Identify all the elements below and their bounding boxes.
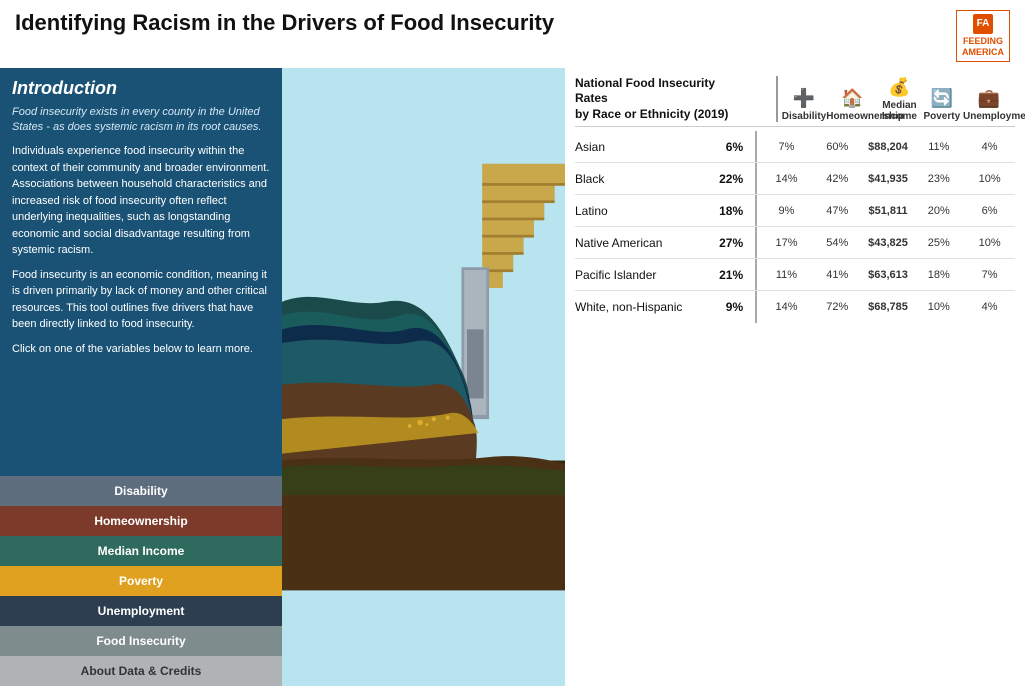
homeownership-icon: 🏠 bbox=[826, 88, 878, 109]
table-title: National Food Insecurity Ratesby Race or… bbox=[575, 76, 740, 123]
nav-btn-poverty[interactable]: Poverty bbox=[0, 566, 282, 596]
intro-paragraph2: Food insecurity is an economic condition… bbox=[12, 267, 270, 333]
col-header-disability: ➕ Disability bbox=[782, 88, 826, 122]
rate-cell: 18% bbox=[712, 204, 751, 218]
homeownership-cell: 60% bbox=[812, 141, 863, 153]
homeownership-cell: 72% bbox=[812, 301, 863, 313]
poverty-cell: 18% bbox=[913, 269, 964, 281]
intro-box: Introduction Food insecurity exists in e… bbox=[0, 68, 282, 476]
body-layout: Introduction Food insecurity exists in e… bbox=[0, 68, 1025, 686]
table-row: Native American 27% 17% 54% $43,825 25% … bbox=[575, 227, 1015, 259]
race-cell: Native American bbox=[575, 236, 712, 250]
unemployment-cell: 10% bbox=[964, 237, 1015, 249]
nav-btn-homeownership[interactable]: Homeownership bbox=[0, 506, 282, 536]
nav-buttons: Disability Homeownership Median Income P… bbox=[0, 476, 282, 686]
row-divider bbox=[755, 291, 757, 323]
table-row: White, non-Hispanic 9% 14% 72% $68,785 1… bbox=[575, 291, 1015, 323]
main-container: Identifying Racism in the Drivers of Foo… bbox=[0, 0, 1025, 689]
page-title: Identifying Racism in the Drivers of Foo… bbox=[15, 10, 554, 36]
col-header-median-income: 💰 Median Income bbox=[878, 77, 920, 122]
unemployment-cell: 7% bbox=[964, 269, 1015, 281]
disability-cell: 11% bbox=[761, 269, 812, 281]
disability-cell: 17% bbox=[761, 237, 812, 249]
center-illustration bbox=[282, 68, 565, 686]
nav-btn-median-income[interactable]: Median Income bbox=[0, 536, 282, 566]
disability-icon: ➕ bbox=[782, 88, 826, 109]
logo-line2: AMERICA bbox=[962, 47, 1004, 58]
table-header-row: National Food Insecurity Ratesby Race or… bbox=[575, 76, 1015, 128]
rate-cell: 27% bbox=[712, 236, 751, 250]
row-divider bbox=[755, 163, 757, 194]
disability-cell: 9% bbox=[761, 205, 812, 217]
poverty-cell: 11% bbox=[913, 141, 964, 153]
nav-btn-food-insecurity[interactable]: Food Insecurity bbox=[0, 626, 282, 656]
race-cell: Latino bbox=[575, 204, 712, 218]
intro-subtitle: Food insecurity exists in every county i… bbox=[12, 105, 270, 136]
median-income-cell: $68,785 bbox=[863, 301, 914, 313]
row-divider bbox=[755, 195, 757, 226]
logo-line1: FEEDING bbox=[962, 36, 1004, 47]
median-income-icon: 💰 bbox=[878, 77, 920, 98]
median-income-cell: $41,935 bbox=[863, 173, 914, 185]
median-income-cell: $88,204 bbox=[863, 141, 914, 153]
homeownership-cell: 47% bbox=[812, 205, 863, 217]
row-divider bbox=[755, 259, 757, 290]
feeding-america-logo: FA FEEDING AMERICA bbox=[956, 10, 1010, 62]
unemployment-cell: 6% bbox=[964, 205, 1015, 217]
disability-cell: 14% bbox=[761, 301, 812, 313]
unemployment-cell: 4% bbox=[964, 141, 1015, 153]
race-cell: White, non-Hispanic bbox=[575, 300, 712, 314]
race-cell: Asian bbox=[575, 140, 712, 154]
unemployment-cell: 10% bbox=[964, 173, 1015, 185]
disability-cell: 7% bbox=[761, 141, 812, 153]
col-header-poverty: 🔄 Poverty bbox=[921, 88, 963, 122]
poverty-cell: 25% bbox=[913, 237, 964, 249]
rate-cell: 6% bbox=[712, 140, 751, 154]
poverty-cell: 20% bbox=[913, 205, 964, 217]
median-income-cell: $43,825 bbox=[863, 237, 914, 249]
col-header-unemployment: 💼 Unemployment bbox=[963, 88, 1015, 122]
unemployment-cell: 4% bbox=[964, 301, 1015, 313]
illustration-svg bbox=[282, 68, 565, 686]
left-sidebar: Introduction Food insecurity exists in e… bbox=[0, 68, 282, 686]
row-divider bbox=[755, 227, 757, 258]
poverty-icon: 🔄 bbox=[921, 88, 963, 109]
poverty-cell: 10% bbox=[913, 301, 964, 313]
table-divider bbox=[776, 76, 778, 123]
row-divider bbox=[755, 131, 757, 162]
median-income-cell: $51,811 bbox=[863, 205, 914, 217]
table-rows-container: Asian 6% 7% 60% $88,204 11% 4% Black 22%… bbox=[575, 131, 1015, 323]
poverty-cell: 23% bbox=[913, 173, 964, 185]
rate-cell: 9% bbox=[712, 300, 751, 314]
disability-cell: 14% bbox=[761, 173, 812, 185]
header: Identifying Racism in the Drivers of Foo… bbox=[0, 0, 1025, 68]
table-row: Black 22% 14% 42% $41,935 23% 10% bbox=[575, 163, 1015, 195]
nav-btn-about-data[interactable]: About Data & Credits bbox=[0, 656, 282, 686]
table-area: National Food Insecurity Ratesby Race or… bbox=[565, 68, 1025, 686]
table-row: Asian 6% 7% 60% $88,204 11% 4% bbox=[575, 131, 1015, 163]
nav-btn-disability[interactable]: Disability bbox=[0, 476, 282, 506]
rate-cell: 21% bbox=[712, 268, 751, 282]
col-header-homeownership: 🏠 Homeownership bbox=[826, 88, 878, 122]
rate-cell: 22% bbox=[712, 172, 751, 186]
intro-paragraph3: Click on one of the variables below to l… bbox=[12, 341, 270, 358]
intro-paragraph1: Individuals experience food insecurity w… bbox=[12, 143, 270, 259]
median-income-cell: $63,613 bbox=[863, 269, 914, 281]
table-row: Latino 18% 9% 47% $51,811 20% 6% bbox=[575, 195, 1015, 227]
homeownership-cell: 42% bbox=[812, 173, 863, 185]
race-cell: Black bbox=[575, 172, 712, 186]
homeownership-cell: 54% bbox=[812, 237, 863, 249]
nav-btn-unemployment[interactable]: Unemployment bbox=[0, 596, 282, 626]
right-section: National Food Insecurity Ratesby Race or… bbox=[565, 68, 1025, 686]
unemployment-icon: 💼 bbox=[963, 88, 1015, 109]
race-cell: Pacific Islander bbox=[575, 268, 712, 282]
homeownership-cell: 41% bbox=[812, 269, 863, 281]
table-row: Pacific Islander 21% 11% 41% $63,613 18%… bbox=[575, 259, 1015, 291]
intro-title: Introduction bbox=[12, 78, 270, 99]
